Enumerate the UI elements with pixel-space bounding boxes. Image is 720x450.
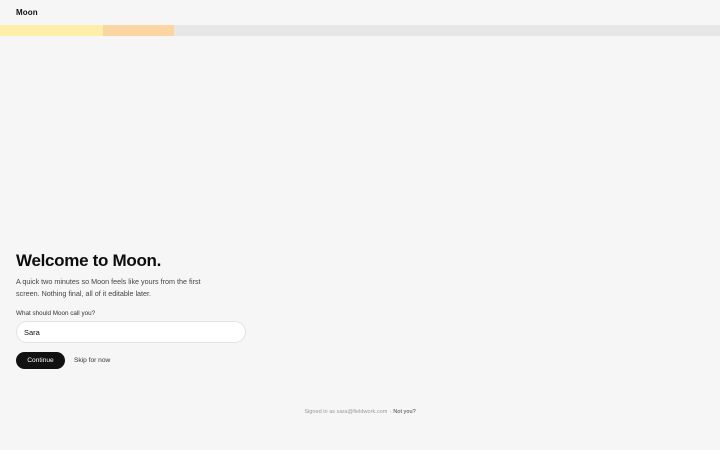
not-you-link[interactable]: Not you? — [393, 409, 415, 415]
page-title: Welcome to Moon. — [16, 251, 162, 270]
form-actions: Continue Skip for now — [16, 352, 256, 369]
name-input[interactable] — [16, 321, 246, 343]
progress-step-1 — [0, 25, 103, 36]
onboarding-progress-bar — [0, 25, 720, 36]
signed-in-footer: Signed in as sara@fieldwork.com · Not you? — [0, 409, 720, 415]
name-field-label: What should Moon call you? — [16, 310, 96, 317]
footer-separator: · — [389, 409, 392, 415]
skip-for-now-link[interactable]: Skip for now — [74, 357, 110, 364]
signed-in-text: Signed in as sara@fieldwork.com — [304, 409, 388, 415]
onboarding-page: Moon Welcome to Moon. A quick two minute… — [0, 0, 720, 450]
intro-text: A quick two minutes so Moon feels like y… — [16, 277, 201, 298]
app-title: Moon — [16, 8, 38, 17]
progress-step-2 — [103, 25, 174, 36]
welcome-form: Welcome to Moon. A quick two minutes so … — [16, 251, 256, 369]
continue-button[interactable]: Continue — [16, 352, 65, 369]
